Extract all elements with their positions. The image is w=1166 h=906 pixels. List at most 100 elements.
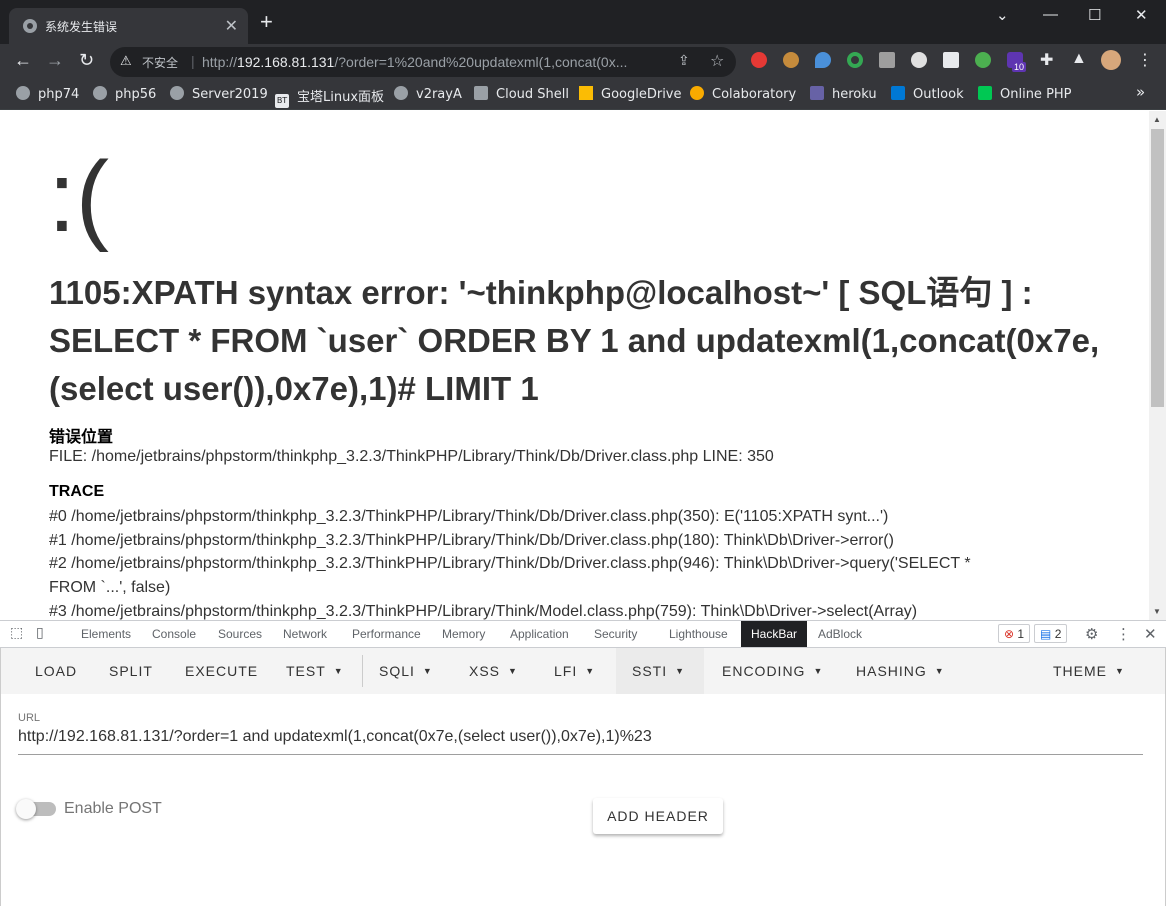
url-text[interactable]: http://192.168.81.131/?order=1%20and%20u… xyxy=(202,54,672,70)
tab-title: 系统发生错误 xyxy=(45,20,118,34)
extension-notes-icon[interactable] xyxy=(943,52,959,68)
back-icon[interactable]: ← xyxy=(14,50,32,71)
errors-badge[interactable]: ⊗ 1 xyxy=(998,624,1031,643)
bookmark-item[interactable]: Online PHP xyxy=(978,86,1072,102)
extension-cookie-icon[interactable] xyxy=(783,52,799,68)
lfi-dropdown[interactable]: LFI ▼ xyxy=(554,663,595,679)
bookmark-item[interactable]: php56 xyxy=(93,86,156,102)
trace-heading: TRACE xyxy=(49,483,105,500)
globe-icon xyxy=(170,86,184,100)
new-tab-icon[interactable]: + xyxy=(260,11,273,33)
message-icon: ▤ xyxy=(1040,627,1052,641)
address-bar[interactable]: ⚠ 不安全 | http://192.168.81.131/?order=1%2… xyxy=(110,47,736,77)
bookmark-item[interactable]: Outlook xyxy=(891,86,964,102)
xss-dropdown[interactable]: XSS ▼ xyxy=(469,663,518,679)
globe-icon xyxy=(23,19,37,33)
bookmark-item[interactable]: php74 xyxy=(16,86,79,102)
url-input[interactable]: http://192.168.81.131/?order=1 and updat… xyxy=(18,728,652,746)
more-menu-icon[interactable]: ⋮ xyxy=(1116,625,1131,643)
extension-stop-icon[interactable] xyxy=(751,52,767,68)
bookmarks-bar: php74 php56 Server2019 BT 宝塔Linux面板 v2ray… xyxy=(0,78,1166,110)
split-button[interactable]: SPLIT xyxy=(109,663,153,679)
scroll-down-icon[interactable]: ▼ xyxy=(1153,607,1161,616)
tab-lighthouse[interactable]: Lighthouse xyxy=(669,627,728,641)
divider xyxy=(362,655,363,687)
file-line: FILE: /home/jetbrains/phpstorm/thinkphp_… xyxy=(49,448,774,465)
tab-security[interactable]: Security xyxy=(594,627,637,641)
tab-network[interactable]: Network xyxy=(283,627,327,641)
settings-gear-icon[interactable]: ⚙ xyxy=(1085,625,1098,643)
tab-console[interactable]: Console xyxy=(152,627,196,641)
tab-hackbar[interactable]: HackBar xyxy=(741,621,808,647)
tab-close-icon[interactable]: ✕ xyxy=(225,16,238,36)
maximize-button[interactable]: ☐ xyxy=(1088,6,1101,24)
reload-icon[interactable]: ↻ xyxy=(79,50,94,71)
sqli-dropdown[interactable]: SQLI ▼ xyxy=(379,663,433,679)
menu-icon[interactable]: ⋮ xyxy=(1137,50,1153,70)
tab-adblock[interactable]: AdBlock xyxy=(818,627,862,641)
device-toolbar-icon[interactable]: ▯ xyxy=(36,624,44,641)
test-dropdown[interactable]: TEST ▼ xyxy=(286,663,344,679)
error-icon: ⊗ xyxy=(1004,627,1015,641)
tab-application[interactable]: Application xyxy=(510,627,569,641)
share-icon[interactable]: ⇪ xyxy=(678,52,690,69)
flask-icon[interactable]: ▲ xyxy=(1071,50,1087,68)
browser-tab[interactable]: 系统发生错误 ✕ xyxy=(9,8,248,44)
hackbar-menu: LOAD SPLIT EXECUTE TEST ▼ SQLI ▼ XSS ▼ LFI ▼… xyxy=(1,648,1165,694)
tab-elements[interactable]: Elements xyxy=(81,627,131,641)
close-button[interactable]: ✕ xyxy=(1135,6,1148,24)
toggle-knob[interactable] xyxy=(16,799,36,819)
tab-memory[interactable]: Memory xyxy=(442,627,485,641)
sad-face: :( xyxy=(48,141,110,253)
tab-sources[interactable]: Sources xyxy=(218,627,262,641)
globe-icon xyxy=(394,86,408,100)
inspect-icon[interactable]: ⬚ xyxy=(10,624,23,641)
bt-icon: BT xyxy=(275,94,289,108)
bookmark-star-icon[interactable]: ☆ xyxy=(710,51,724,71)
minimize-button[interactable]: — xyxy=(1043,6,1058,23)
extension-bug-icon[interactable] xyxy=(975,52,991,68)
extension-pin-icon[interactable] xyxy=(815,52,831,68)
heroku-icon xyxy=(810,86,824,100)
bookmark-item[interactable]: v2rayA xyxy=(394,86,462,102)
bookmark-item[interactable]: heroku xyxy=(810,86,877,102)
page-scrollbar[interactable]: ▲ ▼ xyxy=(1149,111,1166,620)
bookmark-item[interactable]: Server2019 xyxy=(170,86,268,102)
trace-line: #3 /home/jetbrains/phpstorm/thinkphp_3.2… xyxy=(49,603,918,620)
theme-dropdown[interactable]: THEME ▼ xyxy=(1053,663,1125,679)
forward-icon[interactable]: → xyxy=(46,50,64,71)
warning-icon[interactable]: ⚠ xyxy=(120,53,132,69)
load-button[interactable]: LOAD xyxy=(35,663,77,679)
messages-badge[interactable]: ▤ 2 xyxy=(1034,624,1068,643)
extension-clouds-icon[interactable] xyxy=(911,52,927,68)
php-icon xyxy=(978,86,992,100)
avatar[interactable] xyxy=(1101,50,1121,70)
browser-toolbar: ← → ↻ ⚠ 不安全 | http://192.168.81.131/?ord… xyxy=(0,44,1166,78)
trace-line: #2 /home/jetbrains/phpstorm/thinkphp_3.2… xyxy=(49,555,971,572)
bookmark-item[interactable]: GoogleDrive xyxy=(579,86,682,102)
more-bookmarks-icon[interactable]: » xyxy=(1136,83,1145,101)
extension-proxy-icon[interactable] xyxy=(879,52,895,68)
encoding-dropdown[interactable]: ENCODING ▼ xyxy=(722,663,823,679)
bookmark-item[interactable]: BT 宝塔Linux面板 xyxy=(275,86,384,108)
bookmark-item[interactable]: Colaboratory xyxy=(690,86,796,102)
execute-button[interactable]: EXECUTE xyxy=(185,663,258,679)
enable-post-toggle[interactable] xyxy=(16,799,56,819)
chevron-down-icon[interactable]: ⌄ xyxy=(996,6,1009,24)
scroll-thumb[interactable] xyxy=(1151,129,1164,407)
extension-circle-icon[interactable] xyxy=(847,52,863,68)
puzzle-icon[interactable]: ✚ xyxy=(1040,50,1053,70)
bookmark-item[interactable]: Cloud Shell xyxy=(474,86,569,102)
ssti-dropdown[interactable]: SSTI ▼ xyxy=(632,663,685,679)
devtools-tabbar: ⬚ ▯ Elements Console Sources Network Per… xyxy=(0,620,1166,648)
scroll-up-icon[interactable]: ▲ xyxy=(1153,115,1161,124)
tab-performance[interactable]: Performance xyxy=(352,627,421,641)
url-label: URL xyxy=(18,712,41,724)
colab-icon xyxy=(690,86,704,100)
trace-line: #1 /home/jetbrains/phpstorm/thinkphp_3.2… xyxy=(49,532,894,549)
close-devtools-icon[interactable]: ✕ xyxy=(1144,625,1157,643)
location-heading: 错误位置 xyxy=(49,429,114,446)
add-header-button[interactable]: ADD HEADER xyxy=(593,798,723,834)
insecure-label[interactable]: 不安全 xyxy=(142,54,178,71)
hashing-dropdown[interactable]: HASHING ▼ xyxy=(856,663,945,679)
